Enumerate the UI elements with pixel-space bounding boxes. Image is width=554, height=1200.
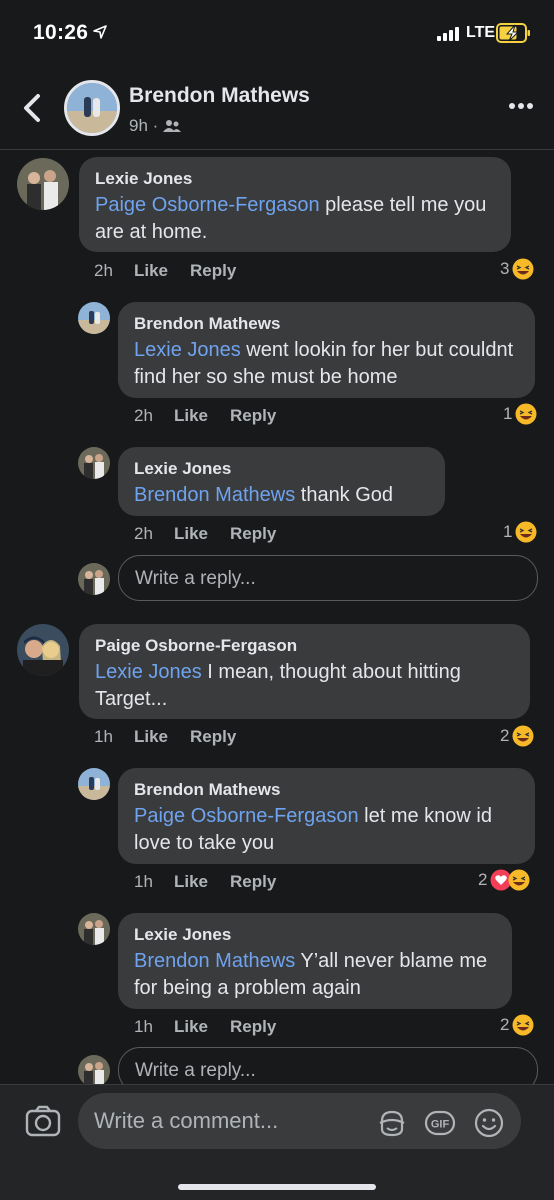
avatar[interactable]: [78, 302, 110, 334]
comment-author[interactable]: Lexie Jones: [95, 168, 495, 190]
reply-bubble: Brendon Mathews Lexie Jones went lookin …: [118, 302, 535, 398]
avatar[interactable]: [78, 913, 110, 945]
reaction-count: 2: [500, 1015, 510, 1034]
comment-actions: 1h Like Reply: [94, 727, 258, 747]
reaction-summary[interactable]: 2: [500, 725, 534, 747]
comment-text: Brendon Mathews Y’all never blame me for…: [134, 950, 488, 999]
mention-link[interactable]: Brendon Mathews: [134, 950, 295, 972]
reply-button[interactable]: Reply: [230, 524, 276, 544]
more-options-icon[interactable]: [508, 102, 534, 110]
comment-author[interactable]: Brendon Mathews: [134, 779, 519, 801]
comment-author[interactable]: Brendon Mathews: [134, 313, 519, 335]
comment-time: 2h: [94, 261, 113, 280]
author-avatar[interactable]: [64, 80, 120, 136]
comment-actions: 1h Like Reply: [134, 1017, 298, 1037]
mention-link[interactable]: Lexie Jones: [95, 661, 202, 683]
comment-actions: 2h Like Reply: [134, 524, 298, 544]
comment-author[interactable]: Lexie Jones: [134, 924, 496, 946]
reaction-summary[interactable]: 1: [503, 521, 537, 543]
comment-text: Brendon Mathews thank God: [134, 484, 394, 506]
comment-text: Lexie Jones I mean, thought about hittin…: [95, 661, 461, 710]
like-button[interactable]: Like: [134, 261, 168, 281]
comment-author[interactable]: Paige Osborne-Fergason: [95, 635, 514, 657]
avatar[interactable]: [17, 624, 69, 676]
mention-link[interactable]: Paige Osborne-Fergason: [134, 805, 359, 827]
laugh-emoji-icon: [512, 1014, 534, 1036]
signal-bars-icon: [437, 27, 459, 41]
comment-actions: 2h Like Reply: [134, 406, 298, 426]
reaction-summary[interactable]: 3: [500, 258, 534, 280]
post-header: Brendon Mathews 9h ·: [0, 66, 554, 150]
comment-composer: Write a comment... GIF: [0, 1084, 554, 1200]
post-time: 9h ·: [129, 116, 159, 135]
reply-button[interactable]: Reply: [230, 872, 276, 892]
laugh-emoji-icon: [512, 725, 534, 747]
camera-icon[interactable]: [25, 1105, 61, 1137]
comment-text: Paige Osborne-Fergason let me know id lo…: [134, 805, 492, 854]
location-arrow-icon: [93, 25, 107, 39]
comment-time: 1h: [134, 872, 153, 891]
laugh-emoji-icon: [508, 869, 530, 891]
comment-input[interactable]: Write a comment... GIF: [78, 1093, 521, 1149]
reaction-count: 1: [503, 404, 513, 423]
comment-bubble: Paige Osborne-Fergason Lexie Jones I mea…: [79, 624, 530, 719]
like-button[interactable]: Like: [174, 872, 208, 892]
comment-text: Lexie Jones went lookin for her but coul…: [134, 339, 514, 388]
comment-time: 1h: [94, 727, 113, 746]
laugh-emoji-icon: [515, 403, 537, 425]
like-button[interactable]: Like: [174, 1017, 208, 1037]
reply-button[interactable]: Reply: [190, 727, 236, 747]
avatar[interactable]: [17, 158, 69, 210]
like-button[interactable]: Like: [174, 406, 208, 426]
reply-input[interactable]: Write a reply...: [118, 555, 538, 601]
avatar-sticker-icon[interactable]: [376, 1107, 408, 1139]
reply-button[interactable]: Reply: [190, 261, 236, 281]
comment-actions: 1h Like Reply: [134, 872, 298, 892]
battery-charging-icon: [496, 23, 530, 43]
reply-bubble: Lexie Jones Brendon Mathews thank God: [118, 447, 445, 516]
laugh-emoji-icon: [512, 258, 534, 280]
avatar[interactable]: [78, 768, 110, 800]
comment-time: 2h: [134, 406, 153, 425]
post-meta: 9h ·: [129, 116, 182, 136]
laugh-emoji-icon: [515, 521, 537, 543]
mention-link[interactable]: Brendon Mathews: [134, 484, 295, 506]
post-author-name[interactable]: Brendon Mathews: [129, 84, 310, 108]
emoji-icon[interactable]: [473, 1107, 505, 1139]
reaction-count: 2: [478, 870, 488, 889]
status-time: 10:26: [33, 21, 89, 44]
comment-time: 1h: [134, 1017, 153, 1036]
like-button[interactable]: Like: [134, 727, 168, 747]
reaction-summary[interactable]: 1: [503, 403, 537, 425]
reaction-summary[interactable]: 2: [478, 869, 530, 891]
network-type: LTE: [466, 24, 496, 41]
comment-input-placeholder: Write a comment...: [94, 1108, 279, 1133]
mention-link[interactable]: Paige Osborne-Fergason: [95, 194, 320, 216]
reply-button[interactable]: Reply: [230, 1017, 276, 1037]
reply-button[interactable]: Reply: [230, 406, 276, 426]
status-bar: 10:26 LTE: [0, 0, 554, 66]
comment-time: 2h: [134, 524, 153, 543]
mention-link[interactable]: Lexie Jones: [134, 339, 241, 361]
gif-icon[interactable]: GIF: [424, 1107, 456, 1139]
friends-audience-icon[interactable]: [163, 119, 182, 133]
current-user-avatar: [78, 1055, 110, 1087]
reply-bubble: Lexie Jones Brendon Mathews Y’all never …: [118, 913, 512, 1009]
comment-bubble: Lexie Jones Paige Osborne-Fergason pleas…: [79, 157, 511, 252]
like-button[interactable]: Like: [174, 524, 208, 544]
reaction-count: 3: [500, 259, 510, 278]
reaction-count: 2: [500, 726, 510, 745]
comment-author[interactable]: Lexie Jones: [134, 458, 429, 480]
current-user-avatar: [78, 563, 110, 595]
reply-bubble: Brendon Mathews Paige Osborne-Fergason l…: [118, 768, 535, 864]
svg-text:GIF: GIF: [431, 1119, 450, 1131]
reaction-count: 1: [503, 522, 513, 541]
comment-actions: 2h Like Reply: [94, 261, 258, 281]
reaction-summary[interactable]: 2: [500, 1014, 534, 1036]
avatar[interactable]: [78, 447, 110, 479]
comment-text: Paige Osborne-Fergason please tell me yo…: [95, 194, 487, 243]
home-indicator: [178, 1184, 376, 1190]
back-arrow-icon[interactable]: [18, 90, 46, 126]
